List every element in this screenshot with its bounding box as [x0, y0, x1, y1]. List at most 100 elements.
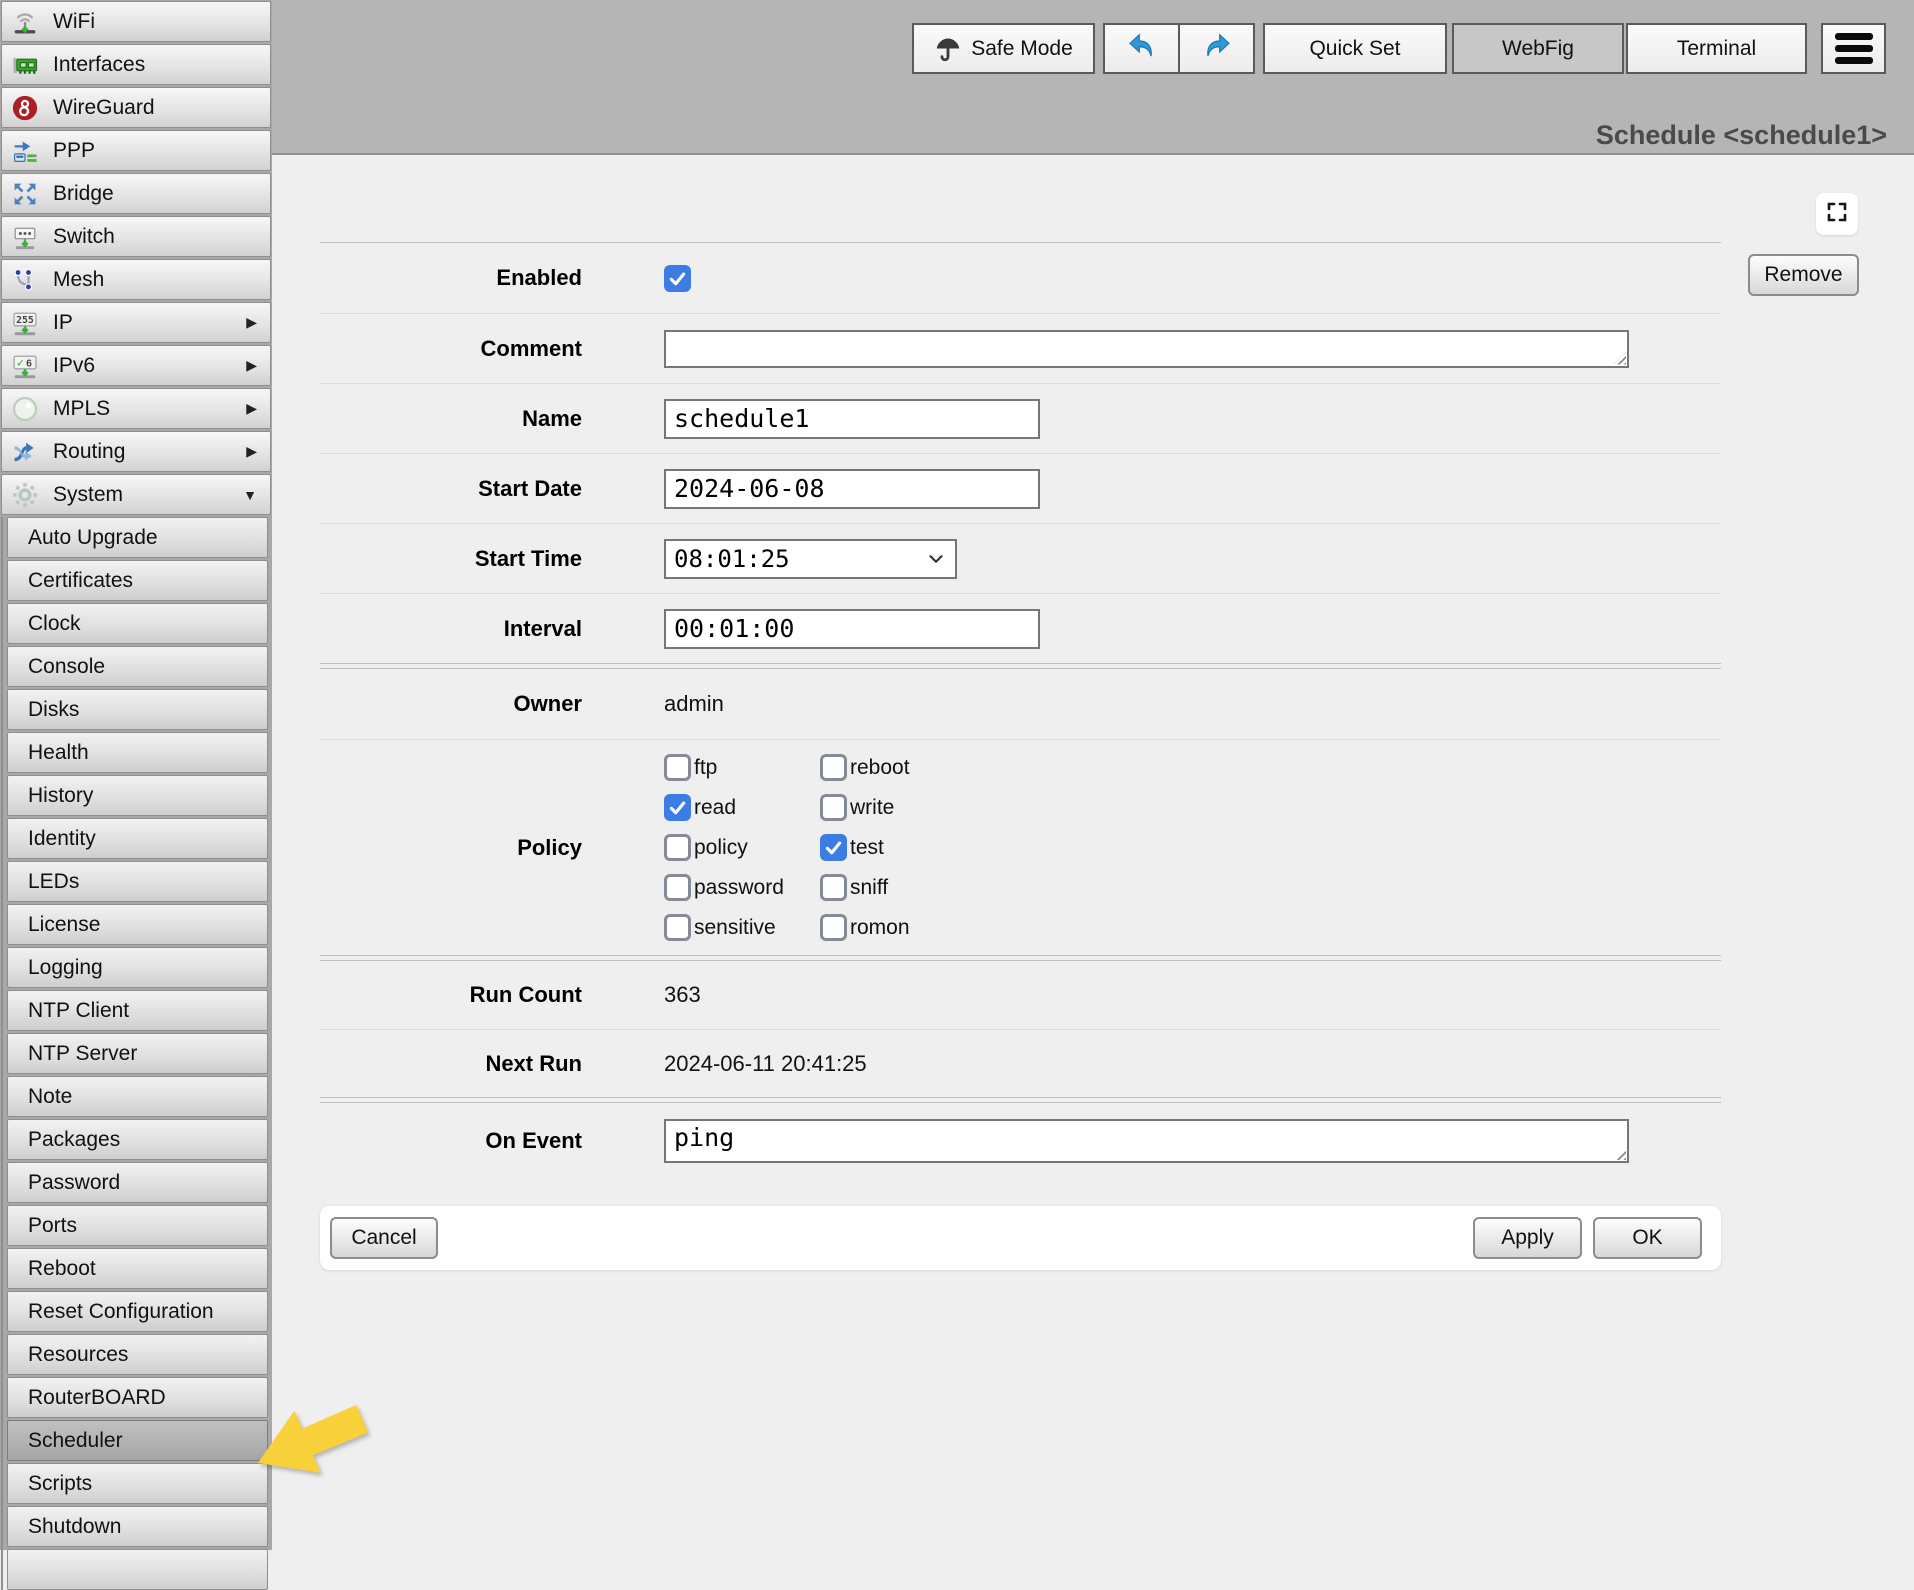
- name-input[interactable]: [664, 399, 1040, 439]
- remove-button[interactable]: Remove: [1748, 254, 1859, 296]
- ok-button[interactable]: OK: [1593, 1217, 1702, 1259]
- interval-row: Interval: [320, 593, 1721, 663]
- sidebar-item-scripts[interactable]: Scripts: [7, 1463, 268, 1504]
- submenu-arrow-right-icon: ▶: [246, 314, 270, 331]
- sidebar-item-ipv6[interactable]: ✓6IPv6▶: [1, 345, 271, 386]
- password-checkbox[interactable]: [664, 874, 691, 901]
- sidebar-item-shutdown[interactable]: Shutdown: [7, 1506, 268, 1547]
- test-checkbox[interactable]: [820, 834, 847, 861]
- sidebar-item-reboot[interactable]: Reboot: [7, 1248, 268, 1289]
- undo-arrow-icon: [1126, 30, 1158, 67]
- interval-input[interactable]: [664, 609, 1040, 649]
- sidebar-item-ntp-client[interactable]: NTP Client: [7, 990, 268, 1031]
- sidebar-item-wireguard[interactable]: WireGuard: [1, 87, 271, 128]
- policy-checkbox[interactable]: [664, 834, 691, 861]
- sidebar-item-certificates[interactable]: Certificates: [7, 560, 268, 601]
- form-section-on-event: On Event ping: [320, 1102, 1721, 1179]
- sidebar-item-clock[interactable]: Clock: [7, 603, 268, 644]
- sensitive-checkbox[interactable]: [664, 914, 691, 941]
- mesh-icon: [9, 264, 41, 296]
- undo-button[interactable]: [1105, 25, 1178, 72]
- ftp-checkbox[interactable]: [664, 754, 691, 781]
- sidebar-item-system[interactable]: System▼: [1, 474, 271, 515]
- redo-button[interactable]: [1178, 25, 1253, 72]
- sidebar-item-label: Routing: [53, 440, 125, 464]
- sidebar-item-switch[interactable]: Switch: [1, 216, 271, 257]
- run-count-value: 363: [664, 982, 701, 1008]
- on-event-row: On Event ping: [320, 1103, 1721, 1179]
- sidebar-item-reset-configuration[interactable]: Reset Configuration: [7, 1291, 268, 1332]
- reboot-checkbox[interactable]: [820, 754, 847, 781]
- sidebar-item-wifi[interactable]: WiFi: [1, 1, 271, 42]
- action-buttons-bar: Cancel Apply OK: [320, 1206, 1721, 1270]
- sidebar-item-note[interactable]: Note: [7, 1076, 268, 1117]
- webfig-tab[interactable]: WebFig: [1452, 23, 1624, 74]
- sidebar-item-console[interactable]: Console: [7, 646, 268, 687]
- sidebar-item-scheduler[interactable]: Scheduler: [7, 1420, 268, 1461]
- policy-option-write: write: [820, 788, 976, 828]
- safe-mode-button[interactable]: Safe Mode: [912, 23, 1095, 74]
- bridge-icon: [9, 178, 41, 210]
- apply-button[interactable]: Apply: [1473, 1217, 1582, 1259]
- read-checkbox[interactable]: [664, 794, 691, 821]
- sidebar-item-ppp[interactable]: PPP: [1, 130, 271, 171]
- sidebar-item-license[interactable]: License: [7, 904, 268, 945]
- sidebar-item-password[interactable]: Password: [7, 1162, 268, 1203]
- start-time-select[interactable]: 08:01:25: [664, 539, 957, 579]
- wifi-icon: [9, 6, 41, 38]
- sidebar-item-interfaces[interactable]: Interfaces: [1, 44, 271, 85]
- sidebar-item-routing[interactable]: Routing▶: [1, 431, 271, 472]
- cancel-button[interactable]: Cancel: [330, 1217, 438, 1259]
- svg-text:6: 6: [26, 358, 32, 369]
- name-label: Name: [320, 406, 582, 432]
- sidebar-item-ports[interactable]: Ports: [7, 1205, 268, 1246]
- sidebar-item-history[interactable]: History: [7, 775, 268, 816]
- sidebar-item-bridge[interactable]: Bridge: [1, 173, 271, 214]
- sidebar-item-auto-upgrade[interactable]: Auto Upgrade: [7, 517, 268, 558]
- sidebar-item-ntp-server[interactable]: NTP Server: [7, 1033, 268, 1074]
- start-date-row: Start Date: [320, 453, 1721, 523]
- start-date-input[interactable]: [664, 469, 1040, 509]
- sidebar-item-mesh[interactable]: Mesh: [1, 259, 271, 300]
- sidebar-item-logging[interactable]: Logging: [7, 947, 268, 988]
- sidebar-item-leds[interactable]: LEDs: [7, 861, 268, 902]
- sniff-checkbox[interactable]: [820, 874, 847, 901]
- sidebar-item-clipped[interactable]: [7, 1549, 268, 1590]
- write-checkbox[interactable]: [820, 794, 847, 821]
- sidebar-item-disks[interactable]: Disks: [7, 689, 268, 730]
- enabled-checkbox[interactable]: [664, 265, 691, 292]
- comment-textarea[interactable]: [664, 330, 1629, 368]
- policy-option-romon: romon: [820, 908, 976, 948]
- svg-text:✓: ✓: [16, 358, 25, 369]
- umbrella-icon: [934, 35, 962, 63]
- hamburger-menu-button[interactable]: [1821, 23, 1886, 74]
- owner-label: Owner: [320, 691, 582, 717]
- policy-option-label: sensitive: [694, 916, 776, 940]
- fullscreen-button[interactable]: [1816, 193, 1858, 235]
- on-event-textarea[interactable]: ping: [664, 1119, 1629, 1163]
- sidebar-item-label: Mesh: [53, 268, 104, 292]
- page-title: Schedule <schedule1>: [1596, 120, 1887, 151]
- fullscreen-icon: [1825, 200, 1849, 229]
- next-run-label: Next Run: [320, 1051, 582, 1077]
- sidebar-item-resources[interactable]: Resources: [7, 1334, 268, 1375]
- romon-checkbox[interactable]: [820, 914, 847, 941]
- sidebar-item-identity[interactable]: Identity: [7, 818, 268, 859]
- policy-option-label: reboot: [850, 756, 910, 780]
- sidebar-item-ip[interactable]: 255IP▶: [1, 302, 271, 343]
- sidebar-item-routerboard[interactable]: RouterBOARD: [7, 1377, 268, 1418]
- sidebar-item-label: Switch: [53, 225, 115, 249]
- switch-icon: [9, 221, 41, 253]
- sidebar-item-packages[interactable]: Packages: [7, 1119, 268, 1160]
- sidebar-item-mpls[interactable]: MPLS▶: [1, 388, 271, 429]
- sidebar-item-health[interactable]: Health: [7, 732, 268, 773]
- policy-option-label: ftp: [694, 756, 717, 780]
- system-icon: [9, 479, 41, 511]
- safe-mode-label: Safe Mode: [971, 37, 1073, 61]
- mpls-icon: [9, 393, 41, 425]
- terminal-button[interactable]: Terminal: [1626, 23, 1807, 74]
- quick-set-button[interactable]: Quick Set: [1263, 23, 1447, 74]
- name-row: Name: [320, 383, 1721, 453]
- start-time-label: Start Time: [320, 546, 582, 572]
- ipv6-icon: ✓6: [9, 350, 41, 382]
